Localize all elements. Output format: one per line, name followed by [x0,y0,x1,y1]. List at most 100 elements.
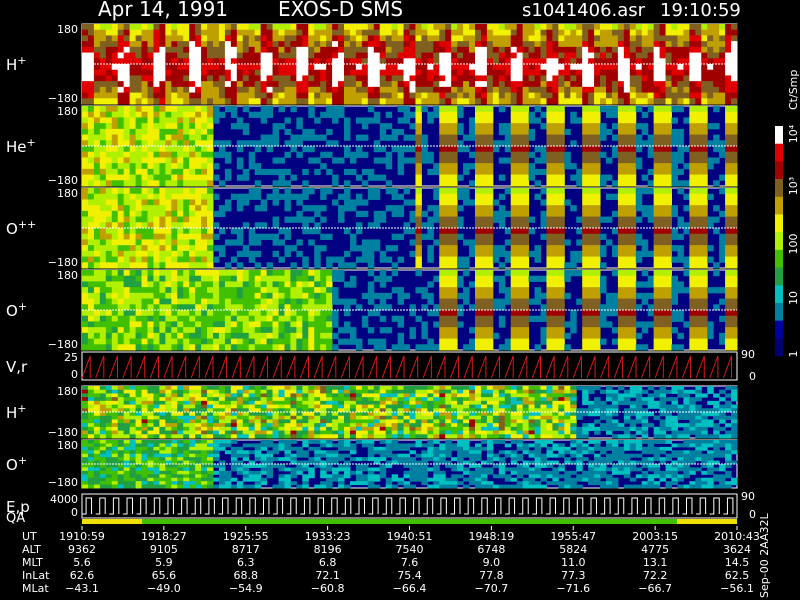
heatmap-cell [427,98,434,105]
heatmap-cell [689,315,696,322]
heatmap-cell [99,332,107,340]
heatmap-cell [445,168,452,176]
heatmap-cell [594,228,601,235]
heatmap-cell [326,69,333,76]
heatmap-cell [93,228,101,235]
heatmap-cell [725,81,732,88]
heatmap-cell [719,256,726,263]
heatmap-cell [349,69,357,76]
heatmap-cell [522,106,530,113]
heatmap-cell [659,245,667,252]
heatmap-cell [379,52,387,59]
heatmap-cell [338,24,345,31]
heatmap-cell [87,75,95,82]
heatmap-cell [433,86,440,94]
heatmap-cell [623,24,631,31]
heatmap-cell [475,245,482,252]
heatmap-cell [82,92,89,99]
heatmap-cell [397,146,405,153]
heatmap-cell [254,292,262,300]
heatmap-cell [290,29,297,36]
heatmap-cell [99,315,107,322]
heatmap-cell [707,46,714,54]
heatmap-cell [689,168,696,176]
heatmap-cell [87,128,95,136]
heatmap-cell [641,250,649,258]
heatmap-cell [415,250,422,258]
heatmap-cell [516,327,524,334]
heatmap-cell [647,134,655,141]
heatmap-cell [236,174,244,181]
heatmap-cell [445,69,452,76]
heatmap-cell [445,228,452,235]
heatmap-cell [510,111,518,118]
heatmap-cell [290,69,297,76]
heatmap-cell [433,188,440,195]
heatmap-cell [361,250,369,258]
heatmap-cell [415,117,422,124]
heatmap-cell [93,199,101,206]
heatmap-cell [135,157,143,164]
heatmap-cell [159,327,166,334]
heatmap-cell [552,64,559,71]
heatmap-cell [195,193,202,200]
heatmap-cell [516,69,524,76]
heatmap-cell [195,75,202,82]
heatmap-cell [147,41,154,48]
heatmap-cell [111,29,119,36]
heatmap-cell [546,188,553,195]
heatmap-cell [546,205,553,212]
heatmap-cell [433,41,440,48]
heatmap-cell [534,52,541,59]
heatmap-cell [701,233,708,240]
heatmap-cell [713,86,720,94]
heatmap-cell [117,168,125,176]
heatmap-cell [153,180,160,187]
heatmap-cell [635,146,643,153]
heatmap-cell [659,111,667,118]
heatmap-cell [409,157,416,164]
heatmap-cell [135,386,143,391]
heatmap-cell [653,98,661,105]
heatmap-cell [439,281,446,288]
heatmap-cell [397,52,405,59]
heatmap-cell [99,270,107,277]
heatmap-cell [653,199,661,206]
heatmap-cell [451,287,458,294]
heatmap-cell [552,233,559,240]
heatmap-cell [653,239,661,246]
heatmap-cell [349,233,357,240]
heatmap-cell [266,75,274,82]
heatmap-cell [475,86,482,94]
heatmap-cell [230,64,238,71]
heatmap-cell [87,250,95,258]
heatmap-cell [492,64,500,71]
heatmap-cell [201,134,208,141]
heatmap-cell [558,228,565,235]
heatmap-cell [510,315,518,322]
heatmap-cell [367,69,375,76]
heatmap-cell [153,75,160,82]
heatmap-cell [439,270,446,277]
heatmap-cell [99,321,107,328]
heatmap-cell [123,426,131,432]
heatmap-cell [534,146,541,153]
heatmap-cell [653,24,661,31]
heatmap-cell [99,397,107,402]
heatmap-cell [558,52,565,59]
heatmap-cell [361,35,369,42]
heatmap-cell [242,106,250,113]
heatmap-cell [445,256,452,263]
heatmap-cell [302,52,309,59]
heatmap-cell [254,298,262,305]
heatmap-cell [153,423,160,428]
heatmap-cell [284,52,291,59]
heatmap-cell [588,256,595,263]
heatmap-cell [594,52,601,59]
heatmap-cell [594,245,601,252]
heatmap-cell [332,64,339,71]
heatmap-cell [111,400,119,406]
heatmap-cell [367,24,375,31]
heatmap-cell [326,233,333,240]
heatmap-cell [105,415,113,420]
